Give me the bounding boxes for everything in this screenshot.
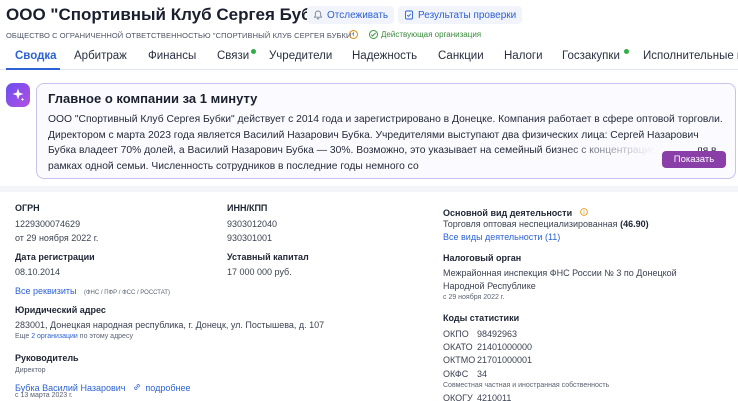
- sparkle-icon: [6, 83, 30, 107]
- activity-row: Торговля оптовая неспециализированная (4…: [443, 219, 649, 229]
- summary-title: Главное о компании за 1 минуту: [48, 91, 258, 106]
- address-orgs-link[interactable]: 2 организации: [31, 333, 78, 340]
- tab-procurement[interactable]: Госзакупки: [562, 50, 620, 62]
- address-label: Юридический адрес: [15, 305, 106, 315]
- tax-line2: Народной Республике: [443, 281, 536, 291]
- stat-okpo: ОКПО 98492963: [443, 329, 517, 339]
- company-title: ООО "Спортивный Клуб Сергея Бубки": [6, 5, 339, 24]
- all-requisites-link[interactable]: Все реквизиты: [15, 286, 77, 296]
- tax-since: с 29 ноября 2022 г.: [443, 294, 505, 301]
- stat-okato: ОКАТО 21401000000: [443, 342, 532, 352]
- reg-date-value: 08.10.2014: [15, 267, 61, 277]
- stat-value: 34: [477, 369, 488, 379]
- tax-label: Налоговый орган: [443, 253, 522, 263]
- tab-taxes[interactable]: Налоги: [504, 50, 543, 62]
- doc-check-icon: [404, 10, 414, 20]
- tab-reliability[interactable]: Надежность: [352, 50, 417, 62]
- check-results-button[interactable]: Результаты проверки: [398, 6, 523, 24]
- stat-key: ОКПО: [443, 329, 469, 339]
- stat-oktmo: ОКТМО 21701000001: [443, 355, 532, 365]
- tax-line1: Межрайонная инспекция ФНС России № 3 по …: [443, 268, 677, 278]
- active-tab-indicator: [6, 68, 60, 70]
- stat-value: 21401000000: [477, 342, 533, 352]
- inn-value: 9303012040: [227, 219, 278, 229]
- ogrn-value: 1229300074629: [15, 219, 81, 229]
- tab-enforcement[interactable]: Исполнительные п: [643, 50, 738, 62]
- stat-okfs: ОКФС 34: [443, 369, 487, 379]
- activity-label: Основной вид деятельности: [443, 208, 573, 219]
- stat-okogu: ОКОГУ 4210011: [443, 393, 511, 401]
- show-more-button[interactable]: Показать: [662, 151, 726, 168]
- tab-procurement-dot: [624, 49, 629, 54]
- stat-key: ОКАТО: [443, 342, 473, 352]
- activity-code: (46.90): [620, 219, 649, 229]
- status-text: Действующая организация: [381, 30, 482, 39]
- stats-label: Коды статистики: [443, 313, 520, 323]
- head-label: Руководитель: [15, 353, 79, 363]
- tab-finance[interactable]: Финансы: [148, 50, 196, 62]
- reg-date-label: Дата регистрации: [15, 252, 95, 262]
- head-role: Директор: [15, 367, 46, 374]
- address-value: 283001, Донецкая народная республика, г.…: [15, 320, 325, 330]
- inn-label: ИНН/КПП: [227, 203, 268, 213]
- check-circle-icon: [369, 30, 378, 39]
- tab-connections-dot: [251, 49, 256, 54]
- track-label: Отслеживать: [327, 9, 389, 21]
- address-note-prefix: Еще: [15, 333, 30, 340]
- ai-summary-card: Главное о компании за 1 минуту ООО "Спор…: [36, 83, 736, 179]
- tab-summary[interactable]: Сводка: [15, 50, 57, 62]
- tab-bar: Сводка Арбитраж Финансы Связи Учредители…: [0, 44, 738, 70]
- stat-value: 4210011: [477, 393, 512, 401]
- okfs-note: Совместная частная и иностранная собстве…: [443, 382, 610, 389]
- company-full-name: ОБЩЕСТВО С ОГРАНИЧЕННОЙ ОТВЕТСТВЕННОСТЬЮ…: [6, 31, 355, 40]
- activity-text: Торговля оптовая неспециализированная: [443, 219, 618, 229]
- tab-arbitration[interactable]: Арбитраж: [74, 50, 127, 62]
- stat-value: 98492963: [477, 329, 518, 339]
- ogrn-date: от 29 ноября 2022 г.: [15, 233, 99, 243]
- head-since: с 13 марта 2023 г.: [15, 392, 73, 399]
- requisites-note: (ФНС / ПФР / ФСС / РОССТАТ): [83, 290, 170, 296]
- stat-key: ОКТМО: [443, 355, 476, 365]
- section-divider: [0, 186, 738, 192]
- ogrn-label: ОГРН: [15, 203, 40, 213]
- all-requisites-row: Все реквизиты (ФНС / ПФР / ФСС / РОССТАТ…: [15, 281, 170, 299]
- link-icon: [133, 378, 141, 396]
- tab-sanctions[interactable]: Санкции: [438, 50, 484, 62]
- address-note: Еще 2 организации по этому адресу: [15, 333, 133, 340]
- info-icon[interactable]: i: [349, 30, 358, 39]
- kpp-value: 930301001: [227, 233, 273, 243]
- track-button[interactable]: Отслеживать: [307, 6, 395, 24]
- head-more-link[interactable]: подробнее: [145, 383, 190, 393]
- tab-founders[interactable]: Учредители: [269, 50, 332, 62]
- bell-icon: [313, 10, 323, 20]
- capital-value: 17 000 000 руб.: [227, 267, 292, 277]
- all-activities-link[interactable]: Все виды деятельности (11): [443, 232, 560, 242]
- address-note-suffix: по этому адресу: [79, 333, 133, 340]
- status-badge: Действующая организация: [369, 30, 481, 39]
- stat-key: ОКОГУ: [443, 393, 473, 401]
- check-results-label: Результаты проверки: [418, 9, 517, 21]
- stat-key: ОКФС: [443, 369, 469, 379]
- tab-connections[interactable]: Связи: [217, 50, 249, 62]
- capital-label: Уставный капитал: [227, 252, 309, 262]
- stat-value: 21701000001: [477, 355, 533, 365]
